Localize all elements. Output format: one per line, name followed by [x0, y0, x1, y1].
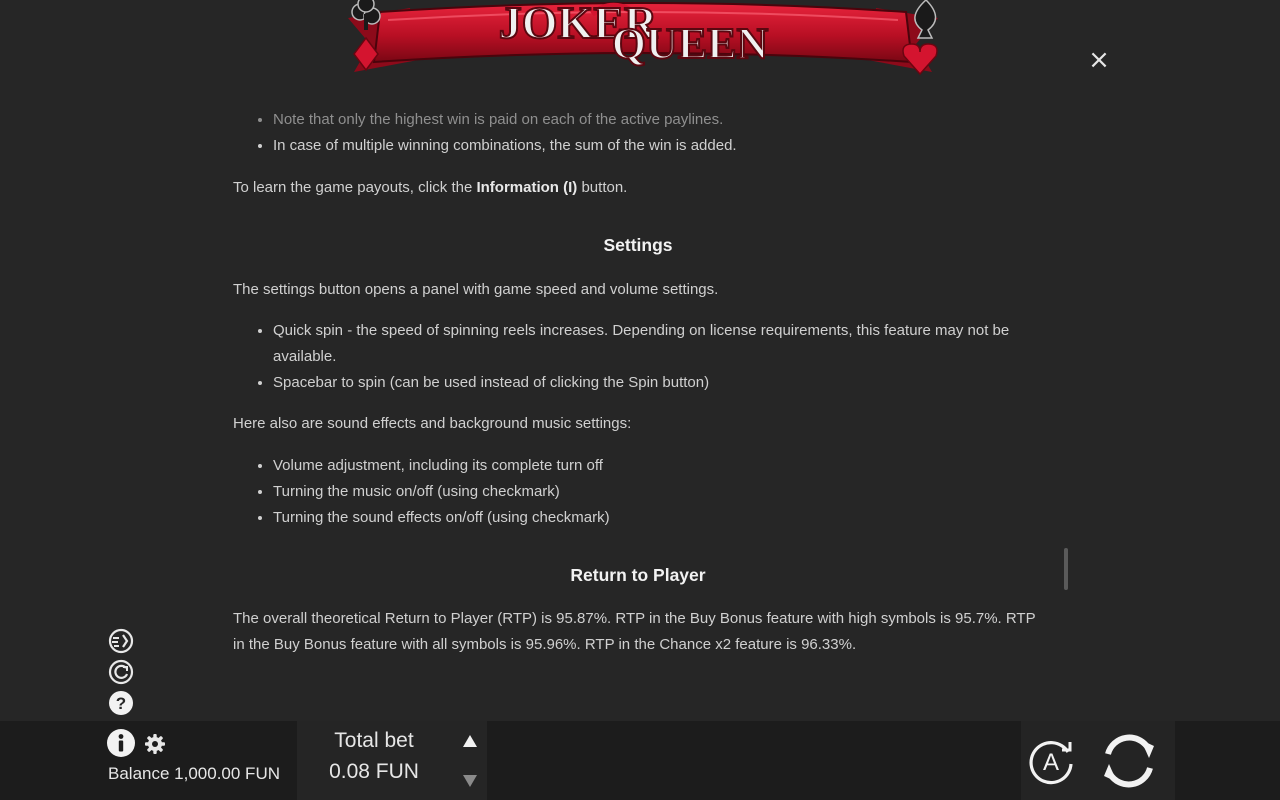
- sound-bullets: Volume adjustment, including its complet…: [233, 453, 1043, 531]
- heart-suit-icon: [902, 43, 938, 76]
- gear-icon[interactable]: [144, 733, 166, 755]
- list-item: Turning the sound effects on/off (using …: [273, 505, 1043, 531]
- rules-content: Note that only the highest win is paid o…: [233, 94, 1043, 718]
- help-icon[interactable]: ?: [108, 690, 134, 716]
- close-button[interactable]: ×: [1086, 47, 1112, 73]
- svg-text:?: ?: [116, 694, 126, 713]
- sound-intro: Here also are sound effects and backgrou…: [233, 415, 632, 432]
- list-item: Spacebar to spin (can be used instead of…: [273, 370, 1043, 396]
- list-item: In case of multiple winning combinations…: [273, 133, 1043, 159]
- autoplay-label: A: [1043, 749, 1059, 776]
- settings-intro: The settings button opens a panel with g…: [233, 281, 719, 298]
- information-button-reference: Information (I): [476, 179, 578, 196]
- list-item: Quick spin - the speed of spinning reels…: [273, 318, 1043, 370]
- scrollbar-thumb[interactable]: [1064, 548, 1068, 590]
- turbo-spin-icon[interactable]: [108, 628, 134, 654]
- rtp-paragraph: The overall theoretical Return to Player…: [233, 610, 1036, 653]
- paylines-bullets: Note that only the highest win is paid o…: [233, 107, 1043, 159]
- replay-icon[interactable]: [108, 659, 134, 685]
- list-item: Note that only the highest win is paid o…: [273, 107, 1043, 133]
- settings-heading: Settings: [603, 235, 673, 255]
- bet-increase-button[interactable]: [461, 733, 479, 749]
- list-item: Turning the music on/off (using checkmar…: [273, 479, 1043, 505]
- payouts-paragraph: To learn the game payouts, click the Inf…: [233, 175, 1043, 201]
- joker-queen-logo: JOKER QUEEN: [348, 0, 938, 76]
- info-icon[interactable]: [106, 728, 136, 758]
- settings-bullets: Quick spin - the speed of spinning reels…: [233, 318, 1043, 396]
- payouts-text-suffix: button.: [577, 179, 628, 196]
- balance-display: Balance 1,000.00 FUN: [108, 764, 280, 783]
- payouts-text-prefix: To learn the game payouts, click the: [233, 179, 477, 196]
- list-item: Volume adjustment, including its complet…: [273, 453, 1043, 479]
- rtp-heading: Return to Player: [570, 565, 706, 585]
- total-bet-label: Total bet: [334, 729, 414, 752]
- logo-line-2: QUEEN: [612, 19, 769, 68]
- bet-decrease-button[interactable]: [461, 773, 479, 789]
- autoplay-button[interactable]: A: [1026, 737, 1076, 787]
- spin-button[interactable]: [1094, 726, 1164, 796]
- total-bet-value: 0.08 FUN: [329, 760, 419, 783]
